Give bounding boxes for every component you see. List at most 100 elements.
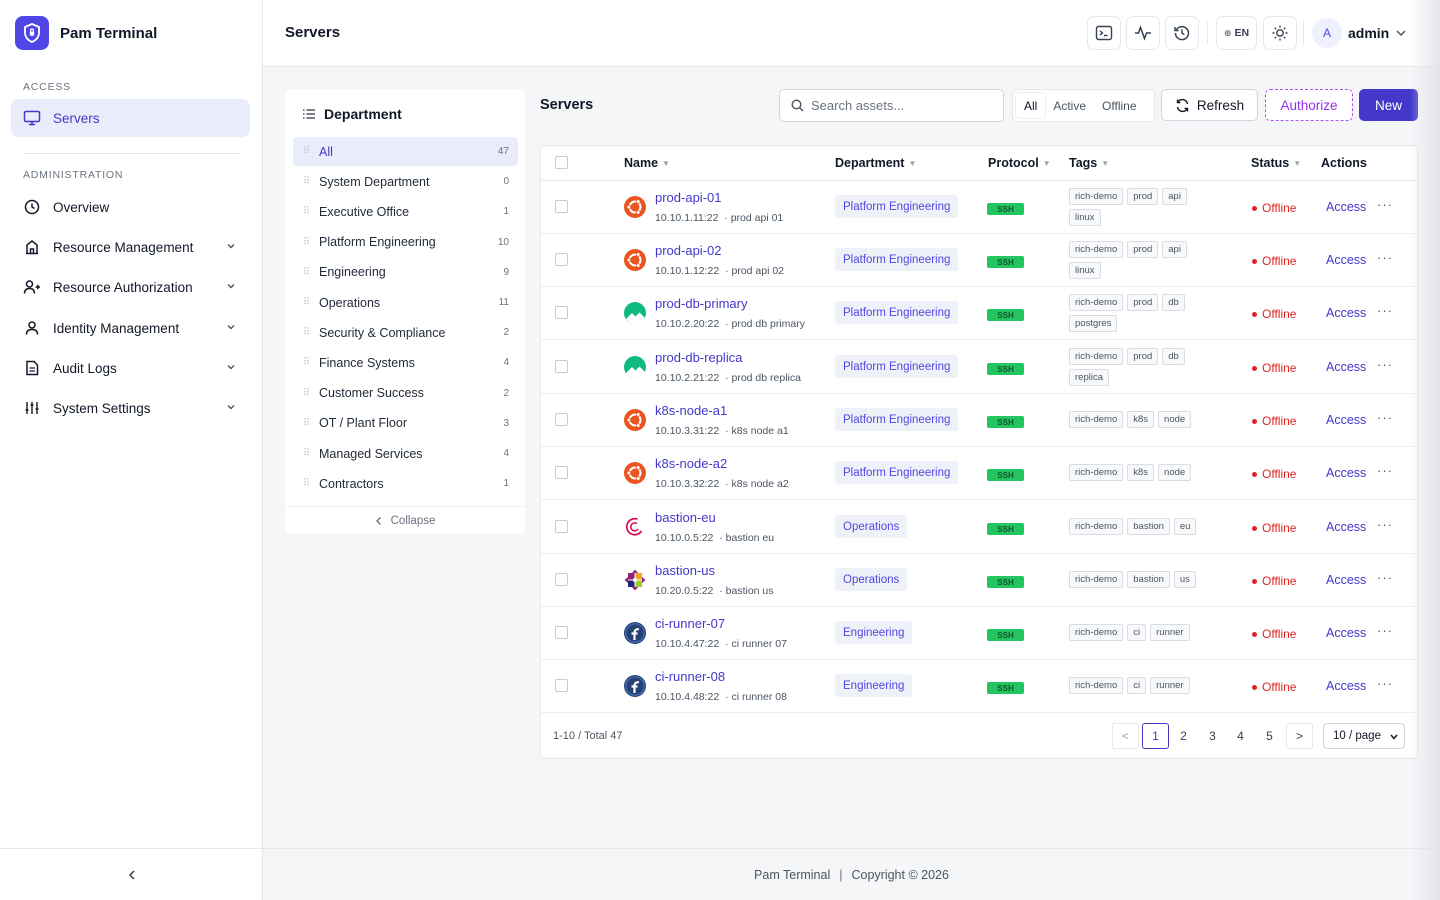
drag-handle-icon[interactable]: ⠿ bbox=[293, 478, 319, 489]
pagination-page-2[interactable]: 2 bbox=[1170, 723, 1197, 749]
access-link[interactable]: Access bbox=[1326, 306, 1366, 320]
column-header-department[interactable]: Department ▼ bbox=[835, 145, 916, 181]
drag-handle-icon[interactable]: ⠿ bbox=[293, 176, 319, 187]
department-item[interactable]: ⠿ Executive Office 1 bbox=[293, 197, 518, 226]
sidebar-item-identity-management[interactable]: Identity Management bbox=[11, 309, 250, 347]
department-item[interactable]: ⠿ Finance Systems 4 bbox=[293, 348, 518, 377]
access-link[interactable]: Access bbox=[1326, 360, 1366, 374]
pagination-page-5[interactable]: 5 bbox=[1256, 723, 1283, 749]
row-checkbox[interactable] bbox=[555, 413, 568, 426]
filter-all[interactable]: All bbox=[1016, 93, 1046, 118]
department-item[interactable]: ⠿ Customer Success 2 bbox=[293, 379, 518, 408]
select-all-checkbox[interactable] bbox=[555, 156, 568, 169]
more-actions-icon[interactable]: ··· bbox=[1377, 676, 1393, 691]
server-name-link[interactable]: bastion-us bbox=[655, 563, 715, 578]
new-button[interactable]: New bbox=[1359, 89, 1418, 121]
search-input[interactable] bbox=[811, 98, 991, 113]
more-actions-icon[interactable]: ··· bbox=[1377, 410, 1393, 425]
column-header-protocol[interactable]: Protocol ▼ bbox=[988, 145, 1051, 181]
row-checkbox[interactable] bbox=[555, 626, 568, 639]
drag-handle-icon[interactable]: ⠿ bbox=[293, 418, 319, 429]
more-actions-icon[interactable]: ··· bbox=[1377, 250, 1393, 265]
drag-handle-icon[interactable]: ⠿ bbox=[293, 448, 319, 459]
column-header-name[interactable]: Name ▼ bbox=[624, 145, 670, 181]
server-name-link[interactable]: prod-db-replica bbox=[655, 350, 742, 365]
drag-handle-icon[interactable]: ⠿ bbox=[293, 327, 319, 338]
drag-handle-icon[interactable]: ⠿ bbox=[293, 237, 319, 248]
refresh-button[interactable]: Refresh bbox=[1161, 89, 1258, 121]
department-collapse-button[interactable]: Collapse bbox=[285, 506, 525, 534]
search-field[interactable] bbox=[779, 89, 1004, 122]
server-name-link[interactable]: ci-runner-08 bbox=[655, 669, 725, 684]
table-row[interactable]: ci-runner-07 10.10.4.47:22 · ci runner 07… bbox=[541, 607, 1417, 660]
sidebar-item-system-settings[interactable]: System Settings bbox=[11, 389, 250, 427]
access-link[interactable]: Access bbox=[1326, 253, 1366, 267]
drag-handle-icon[interactable]: ⠿ bbox=[293, 388, 319, 399]
row-checkbox[interactable] bbox=[555, 360, 568, 373]
access-link[interactable]: Access bbox=[1326, 466, 1366, 480]
table-row[interactable]: prod-api-01 10.10.1.11:22 · prod api 01 Pl… bbox=[541, 181, 1417, 234]
more-actions-icon[interactable]: ··· bbox=[1377, 303, 1393, 318]
more-actions-icon[interactable]: ··· bbox=[1377, 463, 1393, 478]
table-row[interactable]: ci-runner-08 10.10.4.48:22 · ci runner 08… bbox=[541, 660, 1417, 713]
authorize-button[interactable]: Authorize bbox=[1265, 89, 1353, 121]
sidebar-item-overview[interactable]: Overview bbox=[11, 188, 250, 226]
pagination-next[interactable]: > bbox=[1286, 723, 1313, 749]
pagination-prev[interactable]: < bbox=[1112, 723, 1139, 749]
access-link[interactable]: Access bbox=[1326, 573, 1366, 587]
drag-handle-icon[interactable]: ⠿ bbox=[293, 297, 319, 308]
avatar[interactable]: A bbox=[1312, 18, 1342, 48]
filter-active[interactable]: Active bbox=[1045, 93, 1094, 118]
row-checkbox[interactable] bbox=[555, 253, 568, 266]
drag-handle-icon[interactable]: ⠿ bbox=[293, 146, 319, 157]
sidebar-item-servers[interactable]: Servers bbox=[11, 99, 250, 137]
table-row[interactable]: k8s-node-a2 10.10.3.32:22 · k8s node a2 Pl… bbox=[541, 447, 1417, 500]
row-checkbox[interactable] bbox=[555, 573, 568, 586]
table-row[interactable]: prod-db-primary 10.10.2.20:22 · prod db p… bbox=[541, 287, 1417, 340]
brand[interactable]: Pam Terminal bbox=[0, 0, 262, 66]
more-actions-icon[interactable]: ··· bbox=[1377, 357, 1393, 372]
sidebar-collapse-button[interactable] bbox=[0, 848, 263, 900]
column-header-tags[interactable]: Tags ▼ bbox=[1069, 145, 1109, 181]
filter-offline[interactable]: Offline bbox=[1094, 93, 1144, 118]
department-item[interactable]: ⠿ OT / Plant Floor 3 bbox=[293, 409, 518, 438]
access-link[interactable]: Access bbox=[1326, 413, 1366, 427]
access-link[interactable]: Access bbox=[1326, 520, 1366, 534]
pagination-page-4[interactable]: 4 bbox=[1227, 723, 1254, 749]
table-row[interactable]: k8s-node-a1 10.10.3.31:22 · k8s node a1 Pl… bbox=[541, 394, 1417, 447]
department-item[interactable]: ⠿ All 47 bbox=[293, 137, 518, 166]
page-size-select[interactable]: 10 / page bbox=[1323, 723, 1405, 749]
table-row[interactable]: prod-db-replica 10.10.2.21:22 · prod db r… bbox=[541, 341, 1417, 394]
table-row[interactable]: bastion-eu 10.10.0.5:22 · bastion eu Opera… bbox=[541, 501, 1417, 554]
department-item[interactable]: ⠿ Platform Engineering 10 bbox=[293, 228, 518, 257]
department-item[interactable]: ⠿ Operations 11 bbox=[293, 288, 518, 317]
column-header-status[interactable]: Status ▼ bbox=[1251, 145, 1301, 181]
row-checkbox[interactable] bbox=[555, 520, 568, 533]
chevron-down-icon[interactable] bbox=[1395, 28, 1407, 38]
table-row[interactable]: prod-api-02 10.10.1.12:22 · prod api 02 Pl… bbox=[541, 234, 1417, 287]
drag-handle-icon[interactable]: ⠿ bbox=[293, 206, 319, 217]
server-name-link[interactable]: bastion-eu bbox=[655, 510, 716, 525]
sidebar-item-resource-authorization[interactable]: Resource Authorization bbox=[11, 268, 250, 306]
more-actions-icon[interactable]: ··· bbox=[1377, 623, 1393, 638]
pagination-page-1[interactable]: 1 bbox=[1142, 723, 1169, 749]
drag-handle-icon[interactable]: ⠿ bbox=[293, 267, 319, 278]
server-name-link[interactable]: prod-db-primary bbox=[655, 296, 747, 311]
sidebar-item-resource-management[interactable]: Resource Management bbox=[11, 228, 250, 266]
server-name-link[interactable]: prod-api-01 bbox=[655, 190, 722, 205]
history-button[interactable] bbox=[1165, 16, 1199, 50]
row-checkbox[interactable] bbox=[555, 306, 568, 319]
department-item[interactable]: ⠿ Contractors 1 bbox=[293, 469, 518, 498]
access-link[interactable]: Access bbox=[1326, 200, 1366, 214]
department-item[interactable]: ⠿ Engineering 9 bbox=[293, 258, 518, 287]
access-link[interactable]: Access bbox=[1326, 626, 1366, 640]
drag-handle-icon[interactable]: ⠿ bbox=[293, 357, 319, 368]
row-checkbox[interactable] bbox=[555, 200, 568, 213]
server-name-link[interactable]: ci-runner-07 bbox=[655, 616, 725, 631]
pagination-page-3[interactable]: 3 bbox=[1199, 723, 1226, 749]
department-item[interactable]: ⠿ Managed Services 4 bbox=[293, 439, 518, 468]
server-name-link[interactable]: k8s-node-a1 bbox=[655, 403, 727, 418]
sidebar-item-audit-logs[interactable]: Audit Logs bbox=[11, 349, 250, 387]
more-actions-icon[interactable]: ··· bbox=[1377, 570, 1393, 585]
server-name-link[interactable]: k8s-node-a2 bbox=[655, 456, 727, 471]
